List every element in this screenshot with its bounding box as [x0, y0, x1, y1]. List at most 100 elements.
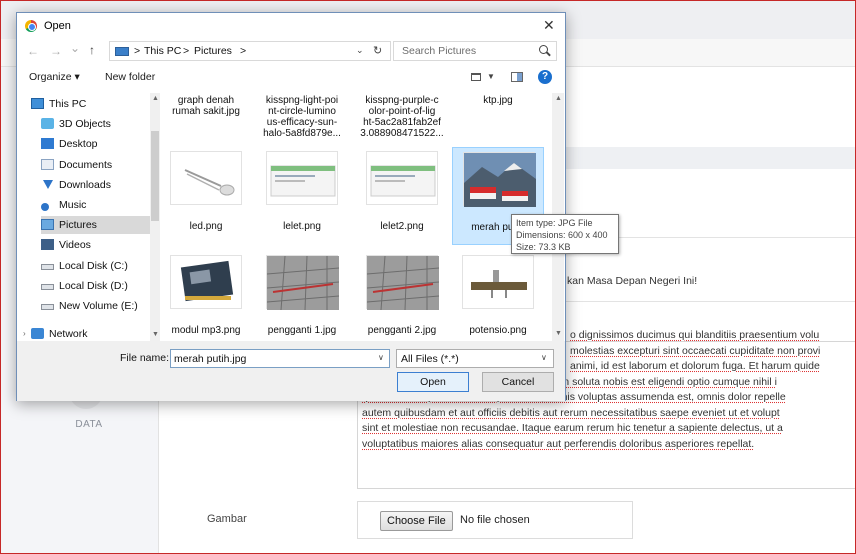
- dialog-toolbar: Organize ▾ New folder ▼ ?: [17, 67, 565, 89]
- sidebar-item-desktop[interactable]: Desktop: [41, 135, 150, 153]
- navigation-pane: This PC 3D Objects Desktop Documents Downloa…: [17, 93, 150, 341]
- close-icon[interactable]: ✕: [543, 18, 555, 32]
- file-name: led.png: [189, 221, 223, 232]
- tooltip-type: Item type: JPG File: [516, 218, 593, 228]
- nav-scrollbar-thumb[interactable]: [151, 131, 159, 221]
- sidebar-item-label: This PC: [49, 98, 87, 110]
- file-item[interactable]: led.png: [160, 147, 252, 245]
- file-name: kisspng-light-poi nt-circle-lumino us-ef…: [263, 95, 341, 139]
- back-arrow-icon[interactable]: ←: [27, 44, 39, 58]
- scroll-down-icon[interactable]: ▼: [152, 331, 159, 338]
- tooltip-size: Size: 73.3 KB: [516, 242, 571, 252]
- sidebar-item-documents[interactable]: Documents: [41, 156, 150, 174]
- drive-icon: [41, 263, 54, 270]
- refresh-icon[interactable]: ↻: [373, 44, 382, 57]
- scroll-up-icon[interactable]: ▲: [555, 95, 562, 102]
- breadcrumb[interactable]: > This PC > Pictures > ⌄ ↻: [109, 41, 391, 61]
- led-thumb: [170, 151, 242, 205]
- drive-icon: [41, 304, 54, 310]
- sidebar-item-videos[interactable]: Videos: [41, 236, 150, 254]
- breadcrumb-this-pc[interactable]: This PC: [144, 45, 181, 57]
- pictures-icon: [41, 219, 54, 231]
- breadcrumb-pictures[interactable]: Pictures: [194, 45, 232, 57]
- search-icon[interactable]: [539, 45, 548, 54]
- cancel-button[interactable]: Cancel: [482, 372, 554, 392]
- chevron-down-icon[interactable]: ∨: [541, 353, 547, 362]
- sidebar-item-new-volume-e[interactable]: New Volume (E:): [41, 297, 150, 315]
- open-file-dialog: Open ✕ ← → ⌄ ↑ > This PC > Pictures > ⌄ …: [16, 12, 619, 401]
- sidebar-item-3d-objects[interactable]: 3D Objects: [41, 115, 150, 133]
- sidebar-data-label[interactable]: DATA: [59, 419, 119, 430]
- preview-pane-icon[interactable]: [511, 72, 523, 82]
- pc-icon: [115, 47, 129, 56]
- file-item[interactable]: lelet.png: [256, 147, 348, 245]
- chevron-down-icon[interactable]: ∨: [378, 353, 384, 362]
- forward-arrow-icon[interactable]: →: [50, 44, 62, 58]
- file-item[interactable]: pengganti 2.jpg: [356, 249, 448, 341]
- breadcrumb-sep: >: [240, 45, 247, 57]
- computer-icon: [31, 98, 44, 109]
- sidebar-item-label: Desktop: [59, 138, 98, 151]
- sidebar-item-this-pc[interactable]: This PC: [31, 95, 150, 113]
- sidebar-item-downloads[interactable]: Downloads: [41, 176, 150, 194]
- file-list: graph denah rumah sakit.jpg kisspng-light…: [160, 93, 551, 341]
- up-arrow-icon[interactable]: ↑: [89, 43, 95, 57]
- organize-button[interactable]: Organize ▾: [29, 71, 80, 83]
- sidebar-item-music[interactable]: Music: [41, 196, 150, 214]
- sidebar-item-label: Music: [59, 199, 87, 211]
- file-name: modul mp3.png: [171, 325, 241, 336]
- file-name: kisspng-purple-c olor-point-of-lig ht-5a…: [360, 95, 444, 139]
- file-name: pengganti 2.jpg: [367, 325, 437, 336]
- sidebar-item-label: Videos: [59, 239, 91, 252]
- dialog-nav-bar: ← → ⌄ ↑ > This PC > Pictures > ⌄ ↻ Searc…: [17, 41, 565, 63]
- content-text-line: sint et molestiae non recusandae. Itaque…: [362, 422, 783, 434]
- chevron-down-icon[interactable]: ▼: [487, 72, 495, 81]
- expand-icon[interactable]: ›: [23, 329, 26, 338]
- grid-thumb: [266, 255, 340, 311]
- file-name: lelet2.png: [380, 221, 424, 232]
- search-box[interactable]: Search Pictures: [393, 41, 557, 61]
- drive-icon: [41, 283, 54, 290]
- choose-file-button[interactable]: Choose File: [380, 511, 453, 531]
- dialog-title-bar[interactable]: Open ✕: [17, 13, 565, 39]
- scroll-down-icon[interactable]: ▼: [555, 330, 562, 337]
- chevron-down-icon[interactable]: ⌄: [356, 45, 364, 56]
- file-item[interactable]: kisspng-purple-c olor-point-of-lig ht-5a…: [356, 93, 448, 139]
- file-name-input[interactable]: merah putih.jpg ∨: [170, 349, 390, 368]
- sidebar-item-pictures[interactable]: Pictures: [41, 216, 150, 235]
- file-type-select[interactable]: All Files (*.*) ∨: [396, 349, 554, 368]
- file-name: graph denah rumah sakit.jpg: [172, 95, 240, 117]
- open-button[interactable]: Open: [397, 372, 469, 392]
- file-name: potensio.png: [469, 325, 527, 336]
- scroll-up-icon[interactable]: ▲: [152, 95, 159, 102]
- help-icon[interactable]: ?: [538, 70, 552, 84]
- file-item[interactable]: lelet2.png: [356, 147, 448, 245]
- form-section-header: [549, 147, 855, 169]
- file-item[interactable]: kisspng-light-poi nt-circle-lumino us-ef…: [256, 93, 348, 139]
- dialog-title: Open: [44, 20, 71, 32]
- desktop-icon: [41, 138, 54, 150]
- sidebar-item-label: Documents: [59, 158, 113, 171]
- sidebar-item-local-disk-c[interactable]: Local Disk (C:): [41, 257, 150, 275]
- new-folder-button[interactable]: New folder: [105, 71, 155, 83]
- music-icon: [41, 203, 49, 211]
- divider: [549, 301, 855, 302]
- 3d-objects-icon: [41, 118, 54, 130]
- breadcrumb-sep: >: [134, 45, 141, 57]
- downloads-icon: [43, 179, 53, 189]
- view-options-icon[interactable]: [471, 73, 481, 81]
- sidebar-item-local-disk-d[interactable]: Local Disk (D:): [41, 277, 150, 295]
- file-item[interactable]: graph denah rumah sakit.jpg: [160, 93, 252, 119]
- no-file-chosen-text: No file chosen: [460, 514, 530, 526]
- file-item[interactable]: modul mp3.png: [160, 249, 252, 341]
- screen-thumb: [366, 151, 438, 205]
- recent-locations-icon[interactable]: ⌄: [70, 41, 80, 55]
- image-file-input[interactable]: Choose File No file chosen: [357, 501, 633, 539]
- file-item[interactable]: ktp.jpg: [452, 93, 544, 119]
- title-input-value[interactable]: kan Masa Depan Negeri Ini!: [567, 275, 697, 287]
- file-item[interactable]: potensio.png: [452, 249, 544, 341]
- file-tooltip: Item type: JPG File Dimensions: 600 x 40…: [511, 214, 619, 254]
- file-item[interactable]: pengganti 1.jpg: [256, 249, 348, 341]
- sidebar-item-label: Downloads: [59, 178, 111, 191]
- screen-thumb: [266, 151, 338, 205]
